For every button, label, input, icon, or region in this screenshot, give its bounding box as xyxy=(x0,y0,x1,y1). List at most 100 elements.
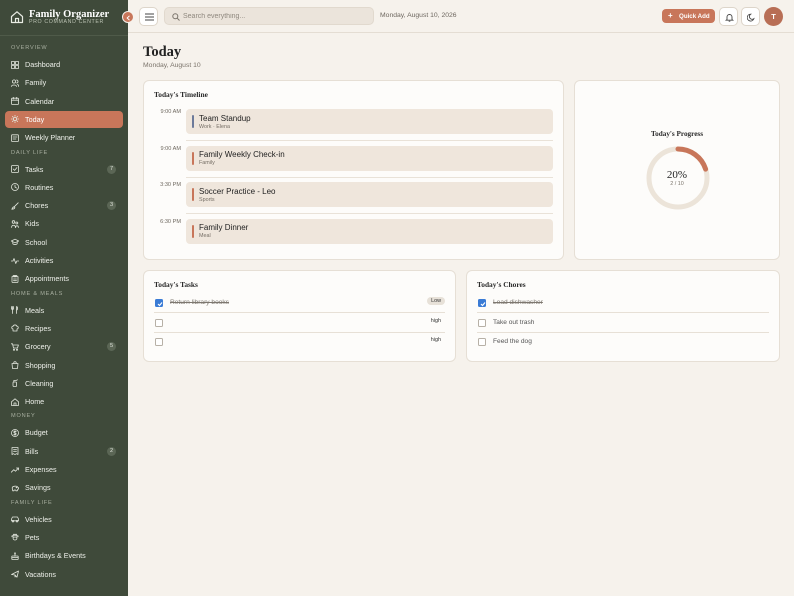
sidebar-item-label: Chores xyxy=(25,201,49,211)
sidebar-item-family[interactable]: Family xyxy=(5,74,123,91)
sidebar-item-budget[interactable]: Budget xyxy=(5,424,123,441)
sidebar-item-recipes[interactable]: Recipes xyxy=(5,320,123,337)
sidebar-item-birthdays-events[interactable]: Birthdays & Events xyxy=(5,547,123,564)
sidebar-item-chores[interactable]: Chores 3 xyxy=(5,197,123,214)
sidebar-item-label: Cleaning xyxy=(25,378,54,388)
timeline-card: Today's Timeline 9:00 AM Team Standup Work… xyxy=(143,80,564,260)
task-row: high xyxy=(154,333,445,352)
timeline-title: Today's Timeline xyxy=(154,90,208,99)
event-name: Soccer Practice - Leo xyxy=(199,186,276,196)
timeline-event[interactable]: Soccer Practice - Leo Sports xyxy=(186,182,553,207)
sidebar-item-label: Weekly Planner xyxy=(25,133,76,143)
checkbox[interactable] xyxy=(155,338,163,346)
sidebar-item-tasks[interactable]: Tasks 7 xyxy=(5,161,123,178)
event-meta: Work · Elena xyxy=(199,123,231,130)
checkbox[interactable] xyxy=(155,318,163,327)
sidebar-item-school[interactable]: School xyxy=(5,234,123,251)
sidebar-item-savings[interactable]: Savings xyxy=(5,479,123,496)
progress-count: 2 / 10 xyxy=(670,181,684,187)
timeline-time: 9:00 AM xyxy=(160,109,181,115)
planner-icon xyxy=(11,134,19,142)
timeline-event[interactable]: Family Dinner Meal xyxy=(186,218,553,244)
progress-card: Today's Progress 20% 2 / 10 xyxy=(574,80,780,260)
kids-icon xyxy=(11,220,19,228)
sidebar-item-label: Savings xyxy=(25,483,51,493)
sidebar-item-shopping[interactable]: Shopping xyxy=(5,357,123,374)
tasks-card: Today's Tasks Return library books Low hig… xyxy=(143,270,456,362)
sidebar-item-cleaning[interactable]: Cleaning xyxy=(5,375,123,392)
sidebar-item-home[interactable]: Home xyxy=(5,393,123,410)
timeline-divider xyxy=(186,140,553,141)
sidebar-item-today[interactable]: Today xyxy=(5,110,123,128)
timeline-divider xyxy=(186,176,553,178)
chore-row: Take out trash xyxy=(477,314,769,333)
sidebar-item-label: Home xyxy=(25,397,45,407)
count-badge: 7 xyxy=(107,164,116,174)
sun-icon xyxy=(11,115,19,124)
sidebar-item-label: Vacations xyxy=(25,569,57,579)
quick-add-button[interactable]: + Quick Add xyxy=(662,9,715,23)
hamburger-icon xyxy=(144,13,154,21)
sidebar-item-kids[interactable]: Kids xyxy=(5,215,123,232)
event-color-bar xyxy=(192,115,194,128)
sidebar-item-routines[interactable]: Routines xyxy=(5,179,123,196)
checkmark-icon xyxy=(157,301,162,306)
header-date: Monday, August 10, 2026 xyxy=(380,12,457,19)
sidebar-item-label: Expenses xyxy=(25,465,57,474)
sidebar-item-expenses[interactable]: Expenses xyxy=(5,461,123,478)
check-square-icon xyxy=(11,165,19,173)
sidebar-item-activities[interactable]: Activities xyxy=(5,252,123,269)
bell-icon xyxy=(725,14,734,22)
sidebar-item-label: Activities xyxy=(25,256,54,265)
menu-button[interactable] xyxy=(139,7,158,26)
sidebar-item-label: Birthdays & Events xyxy=(25,551,86,561)
plane-icon xyxy=(11,570,19,578)
sidebar-item-vacations[interactable]: Vacations xyxy=(5,566,123,583)
timeline-event[interactable]: Family Weekly Check-in Family xyxy=(186,145,553,171)
sidebar-item-label: Budget xyxy=(25,428,48,438)
piggy-bank-icon xyxy=(11,485,19,491)
search-input[interactable] xyxy=(183,10,368,23)
chores-title: Today's Chores xyxy=(477,280,526,289)
theme-toggle-button[interactable] xyxy=(741,7,760,26)
brand-header: Family Organizer PRO COMMAND CENTER xyxy=(0,0,128,36)
checkbox[interactable] xyxy=(478,318,486,327)
sidebar-item-calendar[interactable]: Calendar xyxy=(5,93,123,110)
sidebar-item-meals[interactable]: Meals xyxy=(5,302,123,319)
sidebar-item-label: Pets xyxy=(25,532,40,542)
trending-icon xyxy=(11,467,19,473)
sidebar-item-weekly-planner[interactable]: Weekly Planner xyxy=(5,129,123,146)
checkbox[interactable] xyxy=(478,299,486,307)
sidebar-item-bills[interactable]: Bills 2 xyxy=(5,443,123,460)
event-name: Family Dinner xyxy=(199,223,249,232)
sidebar-item-appointments[interactable]: Appointments xyxy=(5,270,123,287)
user-avatar[interactable]: T xyxy=(764,7,783,26)
checkmark-icon xyxy=(480,301,485,306)
sidebar-item-label: Kids xyxy=(25,219,39,229)
sidebar-item-pets[interactable]: Pets xyxy=(5,529,123,546)
timeline-time: 9:00 AM xyxy=(160,145,181,152)
progress-percent: 20% xyxy=(666,169,688,181)
event-color-bar xyxy=(192,188,194,201)
sidebar-item-vehicles[interactable]: Vehicles xyxy=(5,511,123,528)
sidebar-item-grocery[interactable]: Grocery 5 xyxy=(5,338,123,355)
collapse-sidebar-button[interactable] xyxy=(122,11,134,23)
event-color-bar xyxy=(192,224,194,238)
sidebar-item-label: Family xyxy=(25,78,47,88)
moon-icon xyxy=(747,13,755,22)
sidebar-item-dashboard[interactable]: Dashboard xyxy=(5,56,123,73)
timeline-time: 3:30 PM xyxy=(160,182,181,188)
count-badge: 3 xyxy=(107,201,116,211)
clock-icon xyxy=(11,183,19,192)
shopping-bag-icon xyxy=(11,361,19,369)
topbar: Monday, August 10, 2026 + Quick Add T xyxy=(128,0,794,33)
sidebar-item-label: Calendar xyxy=(25,96,55,106)
checkbox[interactable] xyxy=(478,338,486,346)
item-text: Load dishwasher xyxy=(493,299,543,306)
notifications-button[interactable] xyxy=(719,7,738,26)
event-name: Family Weekly Check-in xyxy=(199,150,285,159)
home-icon xyxy=(11,397,19,406)
timeline-event[interactable]: Team Standup Work · Elena xyxy=(186,109,553,134)
tasks-title: Today's Tasks xyxy=(154,280,198,289)
checkbox[interactable] xyxy=(155,299,163,307)
